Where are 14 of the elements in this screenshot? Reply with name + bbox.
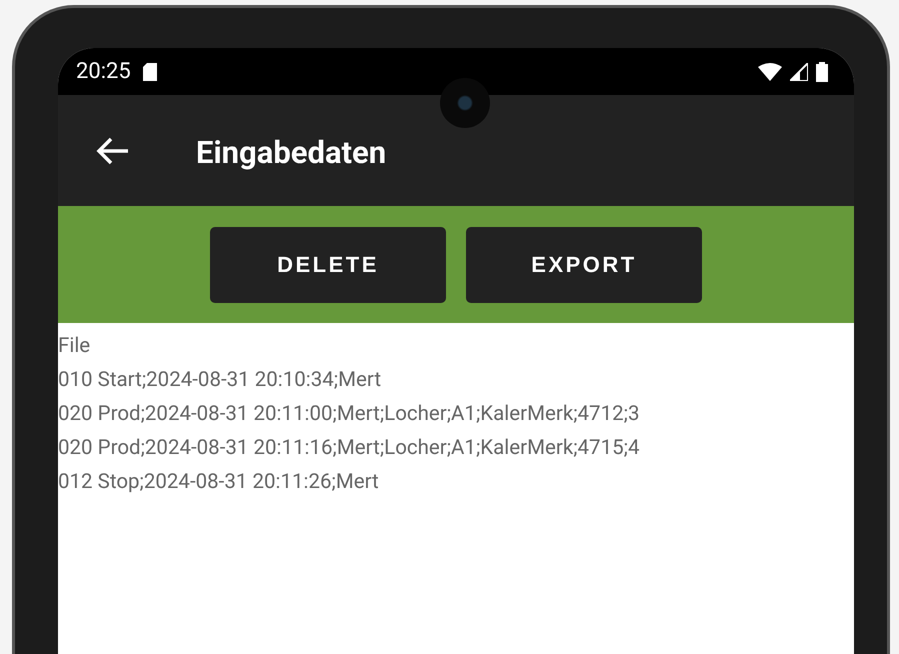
file-line: 020 Prod;2024-08-31 20:11:16;Mert;Locher;A1;KalerMerk;4715;4 xyxy=(58,435,640,462)
file-line: 010 Start;2024-08-31 20:10:34;Mert xyxy=(58,367,382,394)
wifi-icon xyxy=(758,62,782,80)
file-heading: File xyxy=(58,333,92,360)
action-button[interactable]: DELETE xyxy=(210,226,446,302)
screen-title: Eingabedaten xyxy=(196,133,386,171)
signal-icon xyxy=(790,62,808,80)
battery-icon xyxy=(816,62,828,82)
file-line: 020 Prod;2024-08-31 20:11:00;Mert;Locher;A1;KalerMerk;4712;3 xyxy=(58,401,640,428)
status-time: 20:25 xyxy=(76,59,131,84)
action-button[interactable]: EXPORT xyxy=(466,226,702,302)
back-arrow-icon[interactable] xyxy=(96,136,130,164)
sd-card-icon xyxy=(142,62,157,80)
file-line: 012 Stop;2024-08-31 20:11:26;Mert xyxy=(58,469,380,496)
